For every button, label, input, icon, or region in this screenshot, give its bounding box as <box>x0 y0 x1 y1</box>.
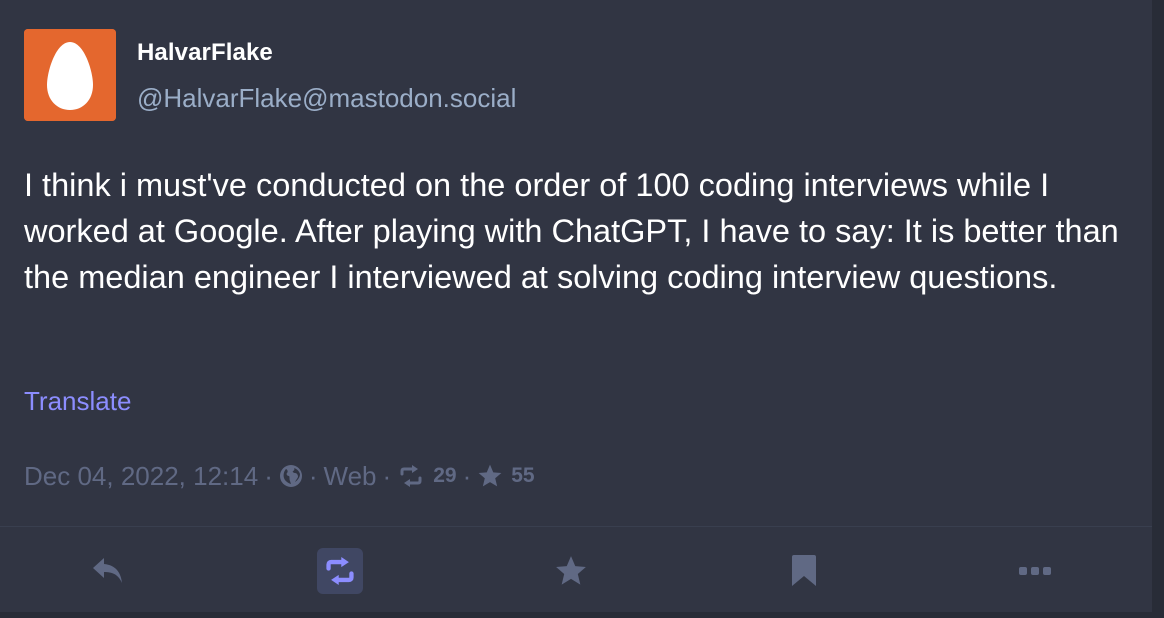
favourite-button[interactable] <box>548 548 594 594</box>
action-bar <box>0 527 1152 612</box>
scrollbar-gutter <box>1152 0 1164 618</box>
application-name: Web <box>323 460 377 491</box>
status-bottom-border <box>0 612 1152 618</box>
timestamp-link[interactable]: Dec 04, 2022, 12:14 <box>24 461 258 492</box>
meta-separator: · <box>462 460 472 491</box>
star-icon <box>556 556 586 585</box>
boost-button[interactable] <box>317 548 363 594</box>
avatar[interactable] <box>24 29 116 121</box>
retweet-icon[interactable] <box>397 465 425 487</box>
more-button[interactable] <box>1012 548 1058 594</box>
status-meta: Dec 04, 2022, 12:14 · · Web · 29 · 55 <box>24 459 535 493</box>
status-content: I think i must've conducted on the order… <box>24 167 1119 295</box>
globe-icon <box>279 464 303 488</box>
meta-separator: · <box>382 460 392 491</box>
author-handle[interactable]: @HalvarFlake@mastodon.social <box>137 83 516 114</box>
egg-avatar-icon <box>24 29 116 121</box>
status-card: HalvarFlake @HalvarFlake@mastodon.social… <box>0 0 1152 618</box>
reblogs-count[interactable]: 29 <box>433 464 456 488</box>
favourites-count[interactable]: 55 <box>511 464 534 488</box>
bookmark-icon <box>792 555 816 586</box>
meta-separator: · <box>308 460 318 491</box>
author-display-name[interactable]: HalvarFlake <box>137 39 273 67</box>
reply-icon <box>93 558 122 583</box>
meta-separator: · <box>264 460 273 491</box>
translate-button[interactable]: Translate <box>24 386 131 417</box>
star-icon[interactable] <box>477 463 503 489</box>
reply-button[interactable] <box>85 548 131 594</box>
retweet-icon <box>326 557 354 585</box>
ellipsis-icon <box>1019 567 1051 575</box>
bookmark-button[interactable] <box>781 548 827 594</box>
